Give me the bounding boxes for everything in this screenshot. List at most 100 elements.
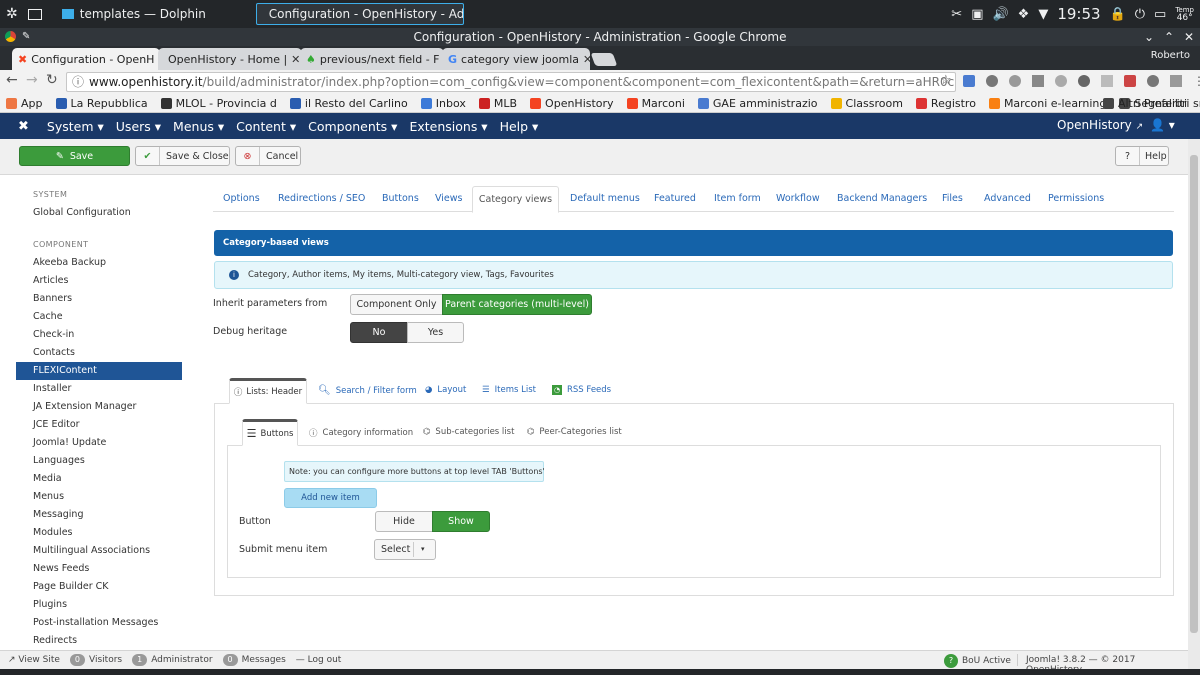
tab-workflow[interactable]: Workflow: [776, 193, 820, 213]
tab-options[interactable]: Options: [223, 193, 260, 213]
new-tab-button[interactable]: [590, 53, 618, 66]
desktop-icon[interactable]: [27, 8, 42, 20]
shield-icon[interactable]: [1124, 75, 1136, 87]
save-close-button[interactable]: ✔ Save & Close: [135, 146, 230, 166]
tab-permissions[interactable]: Permissions: [1048, 193, 1104, 213]
back-icon[interactable]: ←: [6, 72, 18, 88]
sidebar-item-plugins[interactable]: Plugins: [16, 596, 182, 614]
subtab-rss-feeds[interactable]: ◔ RSS Feeds: [552, 385, 611, 395]
menu-users[interactable]: Users ▾: [116, 119, 161, 134]
menu-extensions[interactable]: Extensions ▾: [409, 119, 487, 134]
translate-icon[interactable]: [963, 75, 975, 87]
maximize-icon[interactable]: ⌃: [1164, 28, 1174, 46]
sidebar-item-post-installation-messages[interactable]: Post-installation Messages: [16, 614, 182, 632]
sidebar-item-check-in[interactable]: Check-in: [16, 326, 182, 344]
scissors-icon[interactable]: ✂: [951, 7, 962, 22]
menu-components[interactable]: Components ▾: [308, 119, 397, 134]
sidebar-item-messaging[interactable]: Messaging: [16, 506, 182, 524]
bug-icon[interactable]: [986, 75, 998, 87]
bookmark-altri-preferiti[interactable]: Altri Preferiti: [1102, 97, 1187, 110]
button-show-option[interactable]: Show: [432, 511, 490, 532]
eye-icon[interactable]: [1078, 75, 1090, 87]
help-button[interactable]: ? Help: [1115, 146, 1169, 166]
close-tab-icon[interactable]: ✕: [579, 53, 590, 66]
bookmark-marconi-elearning[interactable]: Marconi e-learning: [988, 97, 1106, 110]
sidebar-item-languages[interactable]: Languages: [16, 452, 182, 470]
sidebar-item-news-feeds[interactable]: News Feeds: [16, 560, 182, 578]
user-menu[interactable]: 👤 ▾: [1150, 118, 1175, 132]
inherit-component-only-button[interactable]: Component Only: [350, 294, 443, 315]
site-link[interactable]: OpenHistory ↗: [1057, 118, 1143, 132]
admin-status[interactable]: 1 Administrator: [132, 654, 213, 666]
tab-files[interactable]: Files: [942, 193, 963, 213]
bookmark-resto-carlino[interactable]: il Resto del Carlino: [289, 97, 408, 110]
bookmark-gae[interactable]: GAE amministrazio: [697, 97, 818, 110]
menu-menus[interactable]: Menus ▾: [173, 119, 224, 134]
bookmark-mlol[interactable]: MLOL - Provincia d: [160, 97, 277, 110]
joomla-logo-icon[interactable]: ✖: [18, 119, 29, 134]
visitors-status[interactable]: 0 Visitors: [69, 654, 122, 666]
menu-system[interactable]: System ▾: [47, 119, 104, 134]
wifi-icon[interactable]: ▼: [1038, 7, 1048, 22]
subsubtab-buttons[interactable]: ☰ Buttons: [242, 419, 298, 446]
subtab-layout[interactable]: ◕ Layout: [425, 385, 466, 395]
browser-tab-previous-next[interactable]: ♠ previous/next field - F ✕: [300, 48, 444, 70]
puzzle-icon[interactable]: [1101, 75, 1113, 87]
bou-status[interactable]: ? BoU Active: [944, 654, 1011, 668]
volume-icon[interactable]: 🔊: [992, 7, 1008, 22]
reload-icon[interactable]: ↻: [46, 72, 58, 88]
sidebar-item-redirects[interactable]: Redirects: [16, 632, 182, 650]
sidebar-item-contacts[interactable]: Contacts: [16, 344, 182, 362]
cancel-button[interactable]: ⊗ Cancel: [235, 146, 301, 166]
close-tab-icon[interactable]: ✕: [287, 53, 300, 66]
tab-default-menus[interactable]: Default menus: [570, 193, 640, 213]
address-bar[interactable]: ⓘ www.openhistory.it/build/administrator…: [66, 72, 956, 92]
debug-no-button[interactable]: No: [350, 322, 408, 343]
forward-icon[interactable]: →: [26, 72, 38, 88]
menu-content[interactable]: Content ▾: [236, 119, 296, 134]
power-icon[interactable]: ⏻: [1135, 7, 1145, 22]
sidebar-item-global-configuration[interactable]: Global Configuration: [16, 204, 182, 222]
bookmark-mlb[interactable]: MLB: [478, 97, 517, 110]
debug-yes-button[interactable]: Yes: [407, 322, 464, 343]
messages-status[interactable]: 0 Messages: [222, 654, 286, 666]
subtab-items-list[interactable]: ☰ Items List: [482, 385, 536, 395]
inherit-parent-categories-button[interactable]: Parent categories (multi-level): [442, 294, 592, 315]
sidebar-item-banners[interactable]: Banners: [16, 290, 182, 308]
bookmark-inbox[interactable]: Inbox: [420, 97, 466, 110]
browser-tab-openhistory[interactable]: OpenHistory - Home | ✕: [158, 48, 302, 70]
tab-item-form[interactable]: Item form: [714, 193, 761, 213]
lock-icon[interactable]: 🔒: [1110, 7, 1126, 22]
logout-link[interactable]: — Log out: [296, 655, 342, 665]
sidebar-item-articles[interactable]: Articles: [16, 272, 182, 290]
subsubtab-peer-categories[interactable]: ⌬ Peer-Categories list: [527, 427, 622, 437]
tab-buttons[interactable]: Buttons: [382, 193, 419, 213]
bookmark-repubblica[interactable]: La Repubblica: [55, 97, 148, 110]
kde-menu-icon[interactable]: ✲: [6, 6, 18, 22]
page-scrollbar-thumb[interactable]: [1190, 155, 1198, 633]
view-site-link[interactable]: ↗ View Site: [8, 655, 60, 665]
window-icon[interactable]: ▭: [1154, 7, 1166, 22]
sidebar-item-page-builder-ck[interactable]: Page Builder CK: [16, 578, 182, 596]
chrome-menu-icon[interactable]: ⋮: [1193, 75, 1200, 87]
bookmark-app[interactable]: App: [6, 97, 43, 110]
bookmark-openhistory[interactable]: OpenHistory: [530, 97, 614, 110]
bookmark-classroom[interactable]: Classroom: [830, 97, 903, 110]
browser-tab-configuration[interactable]: ✖ Configuration - OpenH ✕: [12, 48, 160, 70]
subtab-search-filter[interactable]: 🔍︎ Search / Filter form: [318, 385, 417, 396]
task-dolphin[interactable]: templates — Dolphin: [56, 3, 252, 25]
task-chrome[interactable]: Configuration - OpenHistory - Admin: [255, 3, 464, 25]
browser-tab-category-view[interactable]: G category view joomla ✕: [442, 48, 590, 70]
sidebar-item-modules[interactable]: Modules: [16, 524, 182, 542]
save-button[interactable]: ✎ Save: [19, 146, 130, 166]
pin-icon[interactable]: ✎: [22, 28, 30, 46]
sidebar-item-menus[interactable]: Menus: [16, 488, 182, 506]
sidebar-item-akeeba-backup[interactable]: Akeeba Backup: [16, 254, 182, 272]
adblock-icon[interactable]: [1055, 75, 1067, 87]
tab-featured[interactable]: Featured: [654, 193, 696, 213]
menu-help[interactable]: Help ▾: [500, 119, 539, 134]
sidebar-item-cache[interactable]: Cache: [16, 308, 182, 326]
subtab-lists-header[interactable]: ⓘ Lists: Header: [229, 378, 307, 404]
sidebar-item-joomla-update[interactable]: Joomla! Update: [16, 434, 182, 452]
info-icon[interactable]: ⓘ: [72, 73, 84, 91]
